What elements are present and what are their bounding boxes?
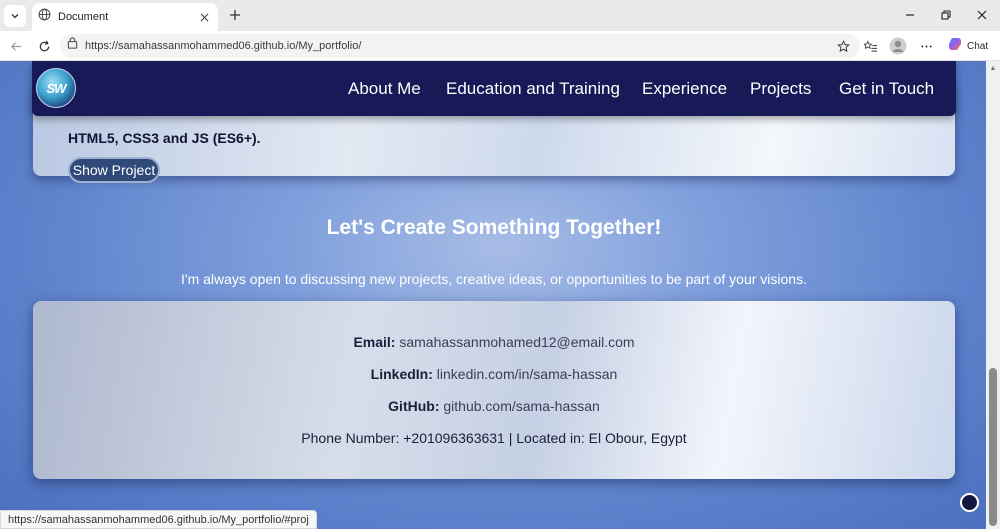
restore-icon[interactable] bbox=[934, 3, 958, 27]
browser-toolbar: https://samahassanmohammed06.github.io/M… bbox=[0, 31, 1000, 61]
site-info-icon[interactable] bbox=[66, 37, 79, 55]
tab-title: Document bbox=[58, 11, 109, 23]
nav-link-experience[interactable]: Experience bbox=[642, 79, 727, 99]
scrollbar-thumb[interactable] bbox=[989, 368, 997, 526]
linkedin-link[interactable]: linkedin.com/in/sama-hassan bbox=[437, 366, 618, 382]
show-project-button[interactable]: Show Project bbox=[68, 157, 160, 183]
browser-tab[interactable]: Document bbox=[32, 3, 218, 31]
github-label: GitHub: bbox=[388, 398, 440, 414]
project-tech-stack: HTML5, CSS3 and JS (ES6+). bbox=[68, 130, 261, 146]
page-viewport: HTML5, CSS3 and JS (ES6+). Show Project … bbox=[0, 61, 1000, 529]
close-tab-icon[interactable] bbox=[194, 7, 214, 27]
contact-section-subtitle: I'm always open to discussing new projec… bbox=[181, 271, 807, 287]
nav-link-get-in-touch[interactable]: Get in Touch bbox=[839, 79, 934, 99]
email-link[interactable]: samahassanmohamed12@email.com bbox=[399, 334, 634, 350]
url-text: https://samahassanmohammed06.github.io/M… bbox=[85, 40, 362, 52]
favorites-list-icon[interactable] bbox=[860, 35, 882, 57]
contact-github-row: GitHub: github.com/sama-hassan bbox=[33, 398, 955, 414]
contact-card: Email: samahassanmohamed12@email.com Lin… bbox=[33, 301, 955, 479]
globe-icon bbox=[38, 8, 51, 26]
profile-avatar-icon[interactable] bbox=[887, 35, 909, 57]
new-tab-plus-icon[interactable] bbox=[224, 4, 246, 26]
nav-link-about-me[interactable]: About Me bbox=[348, 79, 421, 99]
close-window-icon[interactable] bbox=[970, 3, 994, 27]
nav-link-education[interactable]: Education and Training bbox=[446, 79, 620, 99]
logo[interactable]: SW bbox=[36, 68, 76, 108]
linkedin-label: LinkedIn: bbox=[370, 366, 433, 382]
minimize-icon[interactable] bbox=[898, 3, 922, 27]
chat-label: Chat bbox=[967, 40, 989, 52]
contact-email-row: Email: samahassanmohamed12@email.com bbox=[33, 334, 955, 350]
nav-link-projects[interactable]: Projects bbox=[750, 79, 811, 99]
back-to-top-button[interactable] bbox=[960, 493, 979, 512]
github-link[interactable]: github.com/sama-hassan bbox=[443, 398, 599, 414]
back-arrow-icon[interactable] bbox=[5, 35, 27, 57]
address-bar[interactable]: https://samahassanmohammed06.github.io/M… bbox=[60, 34, 860, 58]
more-options-icon[interactable] bbox=[915, 35, 937, 57]
logo-text: SW bbox=[46, 80, 67, 96]
copilot-chat-button[interactable]: Chat bbox=[943, 35, 997, 57]
copilot-icon bbox=[947, 36, 963, 57]
refresh-icon[interactable] bbox=[33, 35, 55, 57]
status-bar-link: https://samahassanmohammed06.github.io/M… bbox=[0, 510, 317, 529]
site-navbar: SW About Me Education and Training Exper… bbox=[32, 61, 956, 116]
contact-phone-location: Phone Number: +201096363631 | Located in… bbox=[301, 430, 687, 446]
favorite-star-icon[interactable] bbox=[832, 35, 854, 57]
page-scrollbar[interactable]: ▲ bbox=[986, 61, 1000, 529]
contact-linkedin-row: LinkedIn: linkedin.com/in/sama-hassan bbox=[33, 366, 955, 382]
contact-section-title: Let's Create Something Together! bbox=[326, 216, 662, 239]
scroll-up-icon[interactable]: ▲ bbox=[989, 64, 997, 72]
tab-list-chevron-icon[interactable] bbox=[4, 5, 26, 27]
tab-strip: Document bbox=[0, 0, 1000, 31]
email-label: Email: bbox=[353, 334, 396, 350]
